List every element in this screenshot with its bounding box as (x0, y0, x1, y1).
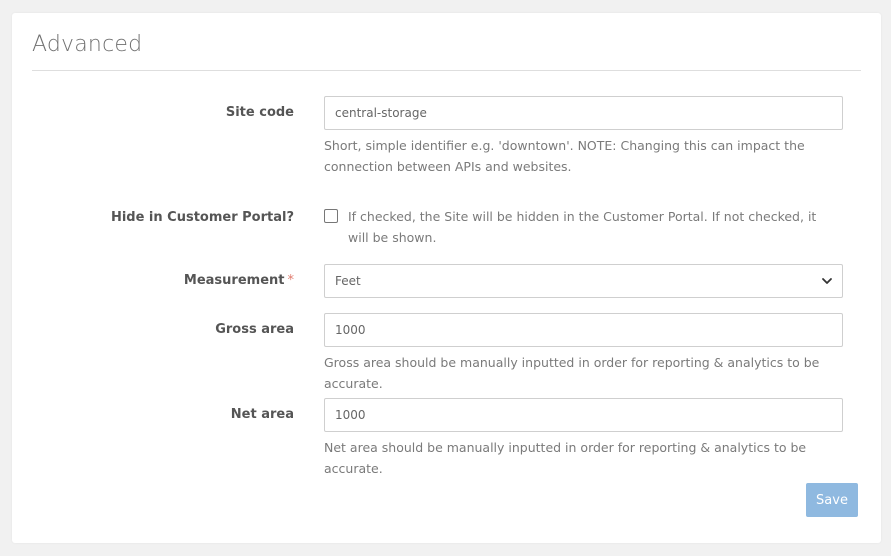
net-area-label: Net area (230, 407, 294, 422)
site-code-label: Site code (225, 105, 294, 120)
gross-area-input[interactable] (324, 313, 843, 347)
net-area-input[interactable] (324, 398, 843, 432)
required-asterisk: * (287, 273, 295, 288)
gross-area-label: Gross area (215, 322, 294, 337)
title-divider (32, 70, 861, 71)
chevron-down-icon (822, 278, 832, 284)
measurement-label: Measurement * (184, 273, 294, 288)
measurement-selected-value: Feet (335, 274, 361, 288)
site-code-input[interactable] (324, 96, 843, 130)
hide-in-portal-checkbox[interactable] (324, 209, 338, 223)
save-button[interactable]: Save (806, 483, 858, 517)
hide-in-portal-help: If checked, the Site will be hidden in t… (348, 209, 817, 245)
measurement-select[interactable]: Feet (324, 264, 843, 298)
site-code-help: Short, simple identifier e.g. 'downtown'… (324, 138, 805, 174)
gross-area-help: Gross area should be manually inputted i… (324, 355, 820, 391)
net-area-help: Net area should be manually inputted in … (324, 440, 807, 476)
hide-in-portal-label: Hide in Customer Portal? (110, 210, 294, 225)
section-title: Advanced (32, 32, 143, 57)
advanced-settings-card: Advanced Site code Short, simple identif… (12, 13, 881, 543)
measurement-label-text: Measurement (183, 273, 285, 288)
